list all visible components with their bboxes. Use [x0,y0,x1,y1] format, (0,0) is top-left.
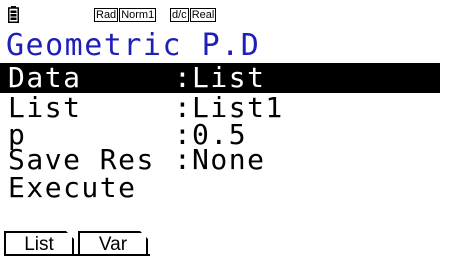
calculator-screen: Rad Norm1 d/c Real Geometric P.D Data : … [0,0,451,264]
fraction-mode-badge: d/c [170,8,189,22]
row-label: Data [8,61,82,94]
row-colon: : [174,143,191,176]
f2-var-button[interactable]: Var [78,231,148,255]
row-data[interactable]: Data : List [0,63,440,93]
function-key-underline [4,254,150,256]
complex-mode-badge: Real [189,8,217,22]
mode-badges: Rad Norm1 [94,8,157,22]
status-bar: Rad Norm1 d/c Real [0,0,451,30]
screen-title: Geometric P.D [6,28,261,63]
display-mode-badge: Norm1 [119,8,157,22]
row-label: Execute [8,171,137,204]
angle-mode-badge: Rad [94,8,119,22]
battery-icon [8,6,19,23]
row-execute[interactable]: Execute [0,173,440,203]
format-badges: d/c Real [170,8,217,22]
row-colon: : [174,61,191,94]
row-value: None [192,143,266,176]
f1-list-button[interactable]: List [4,231,74,255]
row-value: List [192,61,266,94]
